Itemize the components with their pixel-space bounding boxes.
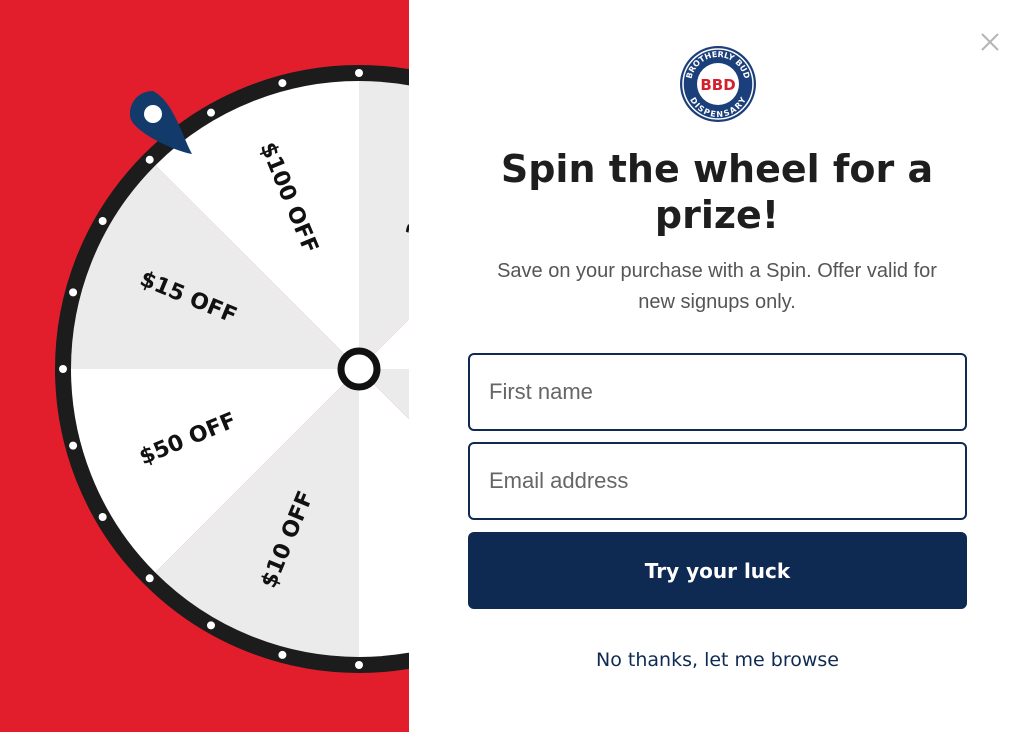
rim-dot [69, 288, 78, 297]
no-thanks-link[interactable]: No thanks, let me browse [468, 647, 967, 673]
rim-dot [98, 217, 107, 225]
rim-dot [207, 108, 215, 117]
try-your-luck-button[interactable]: Try your luck [468, 532, 967, 609]
wheel-segment [359, 79, 409, 369]
rim-dot [207, 621, 215, 630]
rim-dot [59, 365, 67, 373]
wheel-segment [359, 369, 409, 659]
rim-dot [98, 513, 107, 521]
first-name-field[interactable] [468, 353, 967, 431]
popup-title: Spin the wheel for a prize! [500, 147, 934, 237]
email-field[interactable] [468, 442, 967, 520]
close-icon[interactable] [973, 26, 1005, 58]
rim-dot [355, 69, 363, 77]
rim-dot [145, 574, 154, 583]
rim-dot [355, 661, 363, 669]
logo-monogram: BBD [700, 76, 735, 94]
popup-subtitle: Save on your purchase with a Spin. Offer… [497, 260, 937, 313]
wheel-hub [337, 347, 381, 391]
rim-dot [278, 650, 287, 659]
prize-wheel: $100 OFF$15 OFF$50 OFF$10 OFF11 [55, 65, 409, 673]
brand-logo: BROTHERLY BUD DISPENSARY BBD [680, 46, 756, 122]
rim-dot [69, 441, 78, 450]
rim-dot [278, 79, 287, 88]
prize-wheel-panel: $100 OFF $15 OFF $50 OFF $10 OFF 1 1 [0, 0, 409, 732]
rim-dot [145, 155, 154, 164]
